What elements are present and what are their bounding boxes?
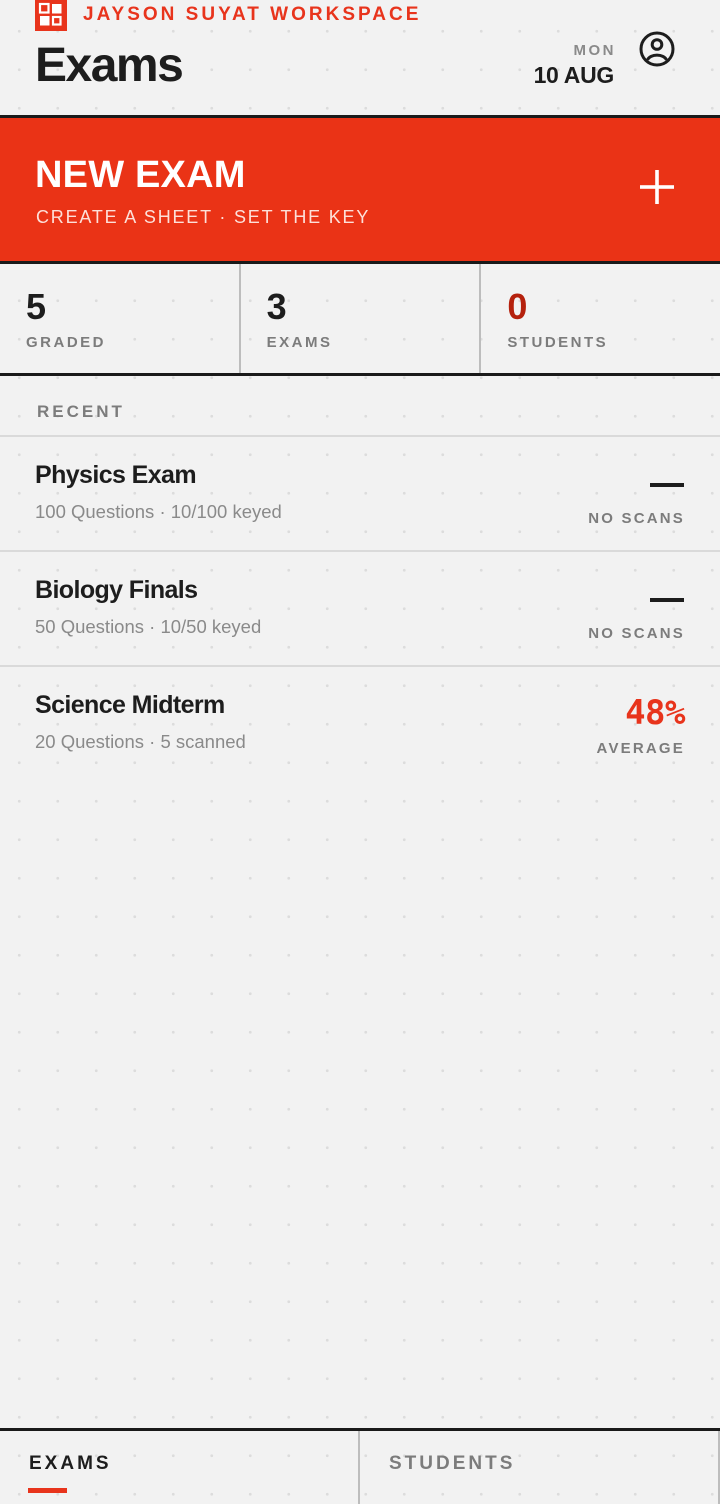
exam-status: NO SCANS [588, 625, 685, 642]
workspace-name: JAYSON SUYAT WORKSPACE [83, 4, 422, 25]
exam-list-item[interactable]: Physics Exam 100 Questions · 10/100 keye… [0, 437, 720, 552]
stat-exams: 3 EXAMS [241, 264, 482, 373]
account-circle-icon[interactable] [638, 30, 676, 68]
exam-meta: 50 Questions · 10/50 keyed [35, 616, 262, 637]
plus-icon[interactable] [638, 168, 676, 206]
tab-exams-label: EXAMS [29, 1453, 112, 1474]
exam-list-item[interactable]: Science Midterm 20 Questions · 5 scanned… [0, 667, 720, 782]
stat-exams-label: EXAMS [266, 334, 333, 351]
tab-students[interactable]: STUDENTS [360, 1431, 720, 1504]
stat-graded-label: GRADED [26, 334, 107, 351]
tab-students-label: STUDENTS [389, 1453, 516, 1474]
exam-average-score: 48% [625, 693, 685, 733]
recent-heading: RECENT [37, 402, 125, 421]
new-exam-title: NEW EXAM [35, 154, 246, 196]
new-exam-banner[interactable]: NEW EXAM CREATE A SHEET · SET THE KEY [0, 115, 720, 264]
exam-name: Physics Exam [35, 461, 197, 489]
exam-name: Biology Finals [35, 576, 198, 604]
exam-list-item[interactable]: Biology Finals 50 Questions · 10/50 keye… [0, 552, 720, 667]
exam-status: NO SCANS [588, 510, 685, 527]
current-date: 10 AUG [533, 62, 615, 88]
stat-exams-value: 3 [266, 286, 287, 327]
day-of-week: MON [573, 42, 616, 59]
stat-graded-value: 5 [26, 286, 47, 327]
stat-students-value: 0 [507, 286, 528, 327]
stat-graded: 5 GRADED [0, 264, 241, 373]
no-score-dash [650, 483, 684, 487]
exam-status: AVERAGE [596, 740, 685, 757]
grid-logo-icon [35, 0, 67, 31]
no-score-dash [650, 598, 684, 602]
exam-name: Science Midterm [35, 691, 225, 719]
stat-students-label: STUDENTS [507, 334, 609, 351]
tab-exams[interactable]: EXAMS [0, 1431, 360, 1504]
page-title: Exams [35, 39, 184, 92]
stat-students: 0 STUDENTS [481, 264, 720, 373]
exam-meta: 20 Questions · 5 scanned [35, 731, 246, 752]
stats-bar: 5 GRADED 3 EXAMS 0 STUDENTS [0, 264, 720, 376]
active-tab-indicator [28, 1488, 67, 1493]
exam-meta: 100 Questions · 10/100 keyed [35, 501, 282, 522]
bottom-nav: EXAMS STUDENTS [0, 1428, 720, 1504]
new-exam-subtitle: CREATE A SHEET · SET THE KEY [36, 207, 371, 227]
